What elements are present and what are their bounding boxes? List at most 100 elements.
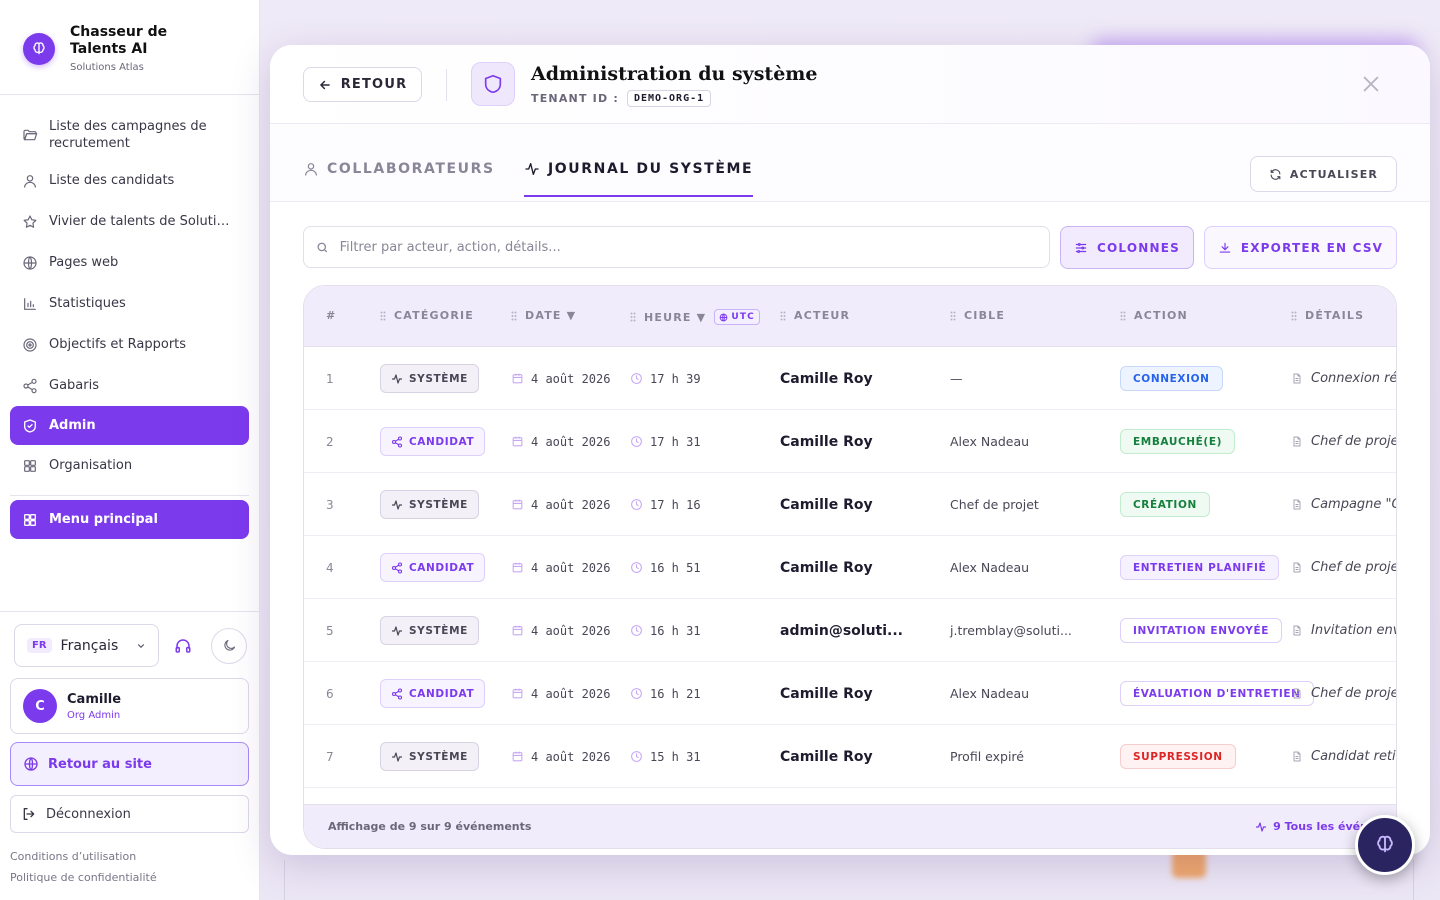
target-cell: Alex Nadeau [950,686,1030,701]
category-cell: CANDIDAT [380,662,486,725]
share-icon [23,378,37,393]
column-header-label: DÉTAILS [1305,309,1365,322]
action-badge: CRÉATION [1120,492,1210,517]
sidebar-item-candidates[interactable]: Liste des candidats [10,160,249,201]
activity-icon [391,751,403,762]
export-csv-label: EXPORTER EN CSV [1240,240,1384,255]
target-cell: Alex Nadeau [950,560,1030,575]
action-badge: CONNEXION [1120,366,1223,391]
tab-system-log[interactable]: JOURNAL DU SYSTÈME [524,161,754,197]
drag-handle-icon[interactable] [511,311,517,321]
activity-icon [1256,821,1267,832]
drag-handle-icon[interactable] [780,311,786,321]
category-cell: SYSTÈME [380,725,479,788]
sidebar-item-goals-reports[interactable]: Objectifs et Rapports [10,324,249,365]
column-header-time[interactable]: HEURE ▼ UTC [630,309,760,325]
table-row[interactable]: 2 CANDIDAT 4 août 2026 17 h 31 Camille Roy Al… [304,410,1396,473]
logout-button[interactable]: Déconnexion [10,795,249,833]
sliders-icon [1075,242,1087,253]
privacy-link[interactable]: Politique de confidentialité [10,867,249,888]
sidebar-item-organization[interactable]: Organisation [10,445,249,486]
globe-icon [24,757,38,771]
sidebar-item-talent-pool[interactable]: Vivier de talents de Soluti… [10,201,249,242]
activity-icon [391,499,403,510]
support-headphones-button[interactable] [165,628,201,664]
details-value: Invitation envo [1311,623,1396,638]
back-button[interactable]: RETOUR [303,67,422,102]
export-csv-button[interactable]: EXPORTER EN CSV [1204,226,1397,269]
category-label: SYSTÈME [409,372,468,385]
clock-icon [631,562,642,573]
drag-handle-icon[interactable] [1120,311,1126,321]
drag-handle-icon[interactable] [380,311,386,321]
drag-handle-icon[interactable] [950,311,956,321]
language-select[interactable]: FR Français [14,624,159,667]
time-value: 17 h 16 [650,497,701,512]
category-cell: SYSTÈME [380,347,479,410]
terms-link[interactable]: Conditions d’utilisation [10,846,249,867]
sidebar-item-web-pages[interactable]: Pages web [10,242,249,283]
arrow-left-icon [319,80,330,89]
sidebar-item-templates[interactable]: Gabaris [10,365,249,406]
timezone-badge[interactable]: UTC [714,309,760,325]
columns-button[interactable]: COLONNES [1060,226,1194,269]
refresh-button[interactable]: ACTUALISER [1250,156,1397,192]
column-header-date[interactable]: DATE ▼ [511,309,576,322]
sidebar-item-admin[interactable]: Admin [10,406,249,445]
dark-mode-toggle[interactable] [211,627,247,664]
date-value: 4 août 2026 [531,434,611,449]
date-value: 4 août 2026 [531,686,611,701]
column-header-category[interactable]: CATÉGORIE [380,309,474,322]
table-row[interactable]: 3 SYSTÈME 4 août 2026 17 h 16 Camille Roy Che… [304,473,1396,536]
date-cell: 4 août 2026 [511,347,610,410]
tab-collaborators[interactable]: COLLABORATEURS [303,161,495,195]
column-header-details[interactable]: DÉTAILS [1291,309,1364,322]
tenant-label: TENANT ID : [531,92,619,105]
table-row[interactable]: 7 SYSTÈME 4 août 2026 15 h 31 Camille Roy Pro… [304,725,1396,788]
tab-label: COLLABORATEURS [327,161,495,177]
brand-header: Chasseur de Talents AI Solutions Atlas [0,0,259,95]
actor-cell: Camille Roy [780,433,873,450]
document-icon [1293,751,1301,762]
target-cell: Profil expiré [950,749,1024,764]
row-number: 1 [326,371,334,386]
calendar-icon [512,688,523,699]
sidebar-item-statistics[interactable]: Statistiques [10,283,249,324]
column-header-target[interactable]: CIBLE [950,309,1005,322]
category-badge: CANDIDAT [380,427,486,456]
time-cell: 17 h 39 [630,347,701,410]
brain-icon [1377,835,1393,853]
table-row[interactable]: 1 SYSTÈME 4 août 2026 17 h 39 Camille Roy — CO… [304,347,1396,410]
avatar: C [23,689,57,723]
search-box[interactable] [303,226,1050,268]
ai-assistant-button[interactable] [1355,815,1415,875]
table-header: # CATÉGORIE DATE ▼ HEURE ▼ UTC ACTEUR CI… [304,286,1396,347]
sidebar-item-campaigns[interactable]: Liste des campagnes de recrutement [10,110,249,160]
clock-icon [631,436,642,447]
close-icon[interactable] [1360,73,1382,95]
details-cell: Chef de projet [1291,410,1396,473]
table-row[interactable]: 6 CANDIDAT 4 août 2026 16 h 21 Camille Roy Al… [304,662,1396,725]
actor-cell: Camille Roy [780,370,873,387]
details-value: Connexion réu [1311,371,1397,386]
table-row[interactable]: 4 CANDIDAT 4 août 2026 16 h 51 Camille Roy Al… [304,536,1396,599]
main-menu-button[interactable]: Menu principal [10,500,249,539]
search-input[interactable] [339,239,1037,255]
date-cell: 4 août 2026 [511,410,610,473]
drag-handle-icon[interactable] [630,312,636,322]
user-profile-card[interactable]: C Camille Org Admin [10,678,249,734]
folder-open-icon [23,129,38,141]
column-header-action[interactable]: ACTION [1120,309,1188,322]
time-cell: 17 h 16 [630,473,701,536]
target-cell: Chef de projet [950,497,1039,512]
grid-icon [24,459,36,472]
details-cell: Invitation envo [1291,599,1396,662]
calendar-icon [512,436,523,447]
refresh-icon [1270,168,1281,180]
column-header-actor[interactable]: ACTEUR [780,309,850,322]
table-row[interactable]: 5 SYSTÈME 4 août 2026 16 h 31 admin@soluti..… [304,599,1396,662]
drag-handle-icon[interactable] [1291,311,1297,321]
column-header-label: ACTEUR [794,309,851,322]
brain-logo-icon[interactable] [23,33,55,65]
back-to-site-button[interactable]: Retour au site [10,742,249,786]
